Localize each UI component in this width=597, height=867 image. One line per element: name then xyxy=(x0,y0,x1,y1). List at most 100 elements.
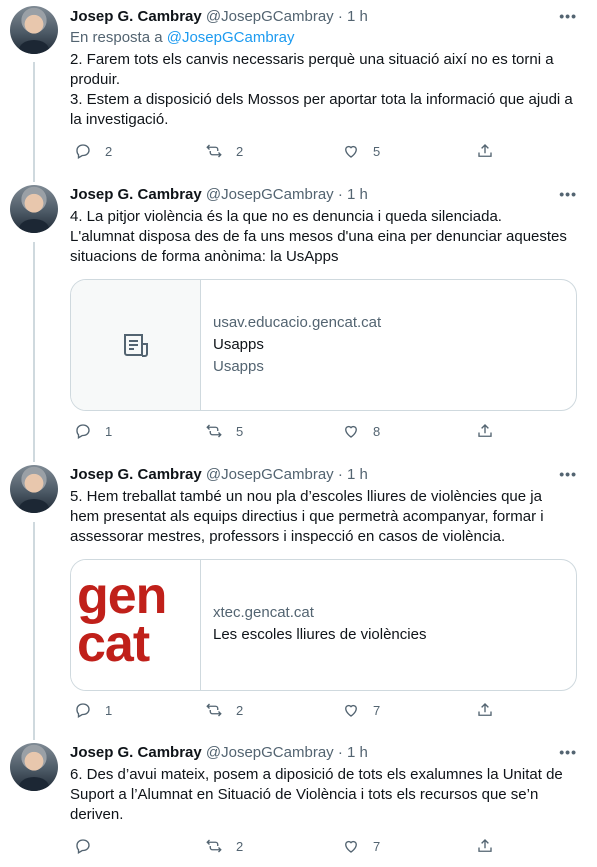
share-button[interactable] xyxy=(476,142,507,160)
retweet-icon xyxy=(206,424,222,438)
link-card[interactable]: gen cat xtec.gencat.cat Les escoles lliu… xyxy=(70,559,577,691)
tweet[interactable]: Josep G. Cambray @JosepGCambray · 1 h ••… xyxy=(0,743,597,867)
reply-handle-link[interactable]: @JosepGCambray xyxy=(167,29,295,46)
share-icon xyxy=(478,424,492,437)
timestamp[interactable]: 1 h xyxy=(347,8,368,25)
tweet-header: Josep G. Cambray @JosepGCambray · 1 h xyxy=(70,466,368,483)
more-options-icon[interactable]: ••• xyxy=(559,744,577,760)
retweet-count: 2 xyxy=(236,143,244,159)
tweet-actions: 2 2 5 xyxy=(70,142,500,162)
article-icon xyxy=(124,334,148,357)
card-thumbnail: gen cat xyxy=(71,560,201,690)
heart-icon xyxy=(345,145,357,158)
like-count: 7 xyxy=(373,838,381,854)
logo-line: cat xyxy=(77,615,150,673)
like-button[interactable]: 7 xyxy=(342,701,380,719)
tweet-text-line: 2. Farem tots els canvis necessaris perq… xyxy=(70,51,554,88)
tweet-text: 4. La pitjor violència és la que no es d… xyxy=(70,207,575,267)
retweet-button[interactable]: 2 xyxy=(205,837,243,855)
retweet-count: 2 xyxy=(236,838,244,854)
reply-icon xyxy=(76,144,90,159)
tweet-text-line: L'alumnat disposa des de fa uns mesos d'… xyxy=(70,228,567,265)
reply-button[interactable] xyxy=(74,837,105,855)
author-handle[interactable]: @JosepGCambray xyxy=(206,8,334,25)
card-body: xtec.gencat.cat Les escoles lliures de v… xyxy=(213,602,426,646)
tweet-actions: 2 7 xyxy=(70,837,500,857)
reply-button[interactable]: 1 xyxy=(74,422,112,440)
reply-prefix: En resposta a xyxy=(70,29,163,46)
like-button[interactable]: 7 xyxy=(342,837,380,855)
retweet-button[interactable]: 2 xyxy=(205,701,243,719)
author-name[interactable]: Josep G. Cambray xyxy=(70,466,202,483)
retweet-count: 5 xyxy=(236,423,244,439)
card-title: Usapps xyxy=(213,336,264,353)
timestamp[interactable]: 1 h xyxy=(347,186,368,203)
heart-icon xyxy=(345,425,357,438)
tweet-header: Josep G. Cambray @JosepGCambray · 1 h xyxy=(70,186,368,203)
like-button[interactable]: 5 xyxy=(342,142,380,160)
retweet-icon xyxy=(206,703,222,717)
heart-icon xyxy=(345,704,357,717)
separator-dot: · xyxy=(337,186,343,203)
avatar[interactable] xyxy=(10,185,58,233)
heart-icon xyxy=(345,840,357,853)
author-name[interactable]: Josep G. Cambray xyxy=(70,8,202,25)
tweet-text: 2. Farem tots els canvis necessaris perq… xyxy=(70,50,575,130)
share-button[interactable] xyxy=(476,837,507,855)
card-thumbnail xyxy=(71,280,201,410)
retweet-count: 2 xyxy=(236,702,244,718)
more-options-icon[interactable]: ••• xyxy=(559,8,577,24)
like-count: 5 xyxy=(373,143,381,159)
like-button[interactable]: 8 xyxy=(342,422,380,440)
card-description: Usapps xyxy=(213,358,264,375)
tweet[interactable]: Josep G. Cambray @JosepGCambray · 1 h ••… xyxy=(0,6,597,176)
reply-count: 2 xyxy=(105,143,113,159)
more-options-icon[interactable]: ••• xyxy=(559,466,577,482)
author-handle[interactable]: @JosepGCambray xyxy=(206,744,334,761)
reply-icon xyxy=(76,424,90,439)
avatar[interactable] xyxy=(10,465,58,513)
retweet-button[interactable]: 5 xyxy=(205,422,243,440)
author-handle[interactable]: @JosepGCambray xyxy=(206,466,334,483)
author-handle[interactable]: @JosepGCambray xyxy=(206,186,334,203)
author-name[interactable]: Josep G. Cambray xyxy=(70,186,202,203)
card-body: usav.educacio.gencat.cat Usapps Usapps xyxy=(213,312,381,378)
tweet-actions: 1 5 8 xyxy=(70,422,500,442)
tweet-text-line: 3. Estem a disposició dels Mossos per ap… xyxy=(70,91,573,128)
like-count: 7 xyxy=(373,702,381,718)
reply-icon xyxy=(76,703,90,718)
tweet[interactable]: Josep G. Cambray @JosepGCambray · 1 h ••… xyxy=(0,185,597,455)
card-domain: usav.educacio.gencat.cat xyxy=(213,314,382,331)
avatar[interactable] xyxy=(10,6,58,54)
gencat-logo: gen cat xyxy=(77,567,167,673)
tweet-header: Josep G. Cambray @JosepGCambray · 1 h xyxy=(70,8,368,25)
tweet-text-line: 4. La pitjor violència és la que no es d… xyxy=(70,208,502,225)
retweet-icon xyxy=(206,144,222,158)
reply-icon xyxy=(76,839,90,854)
more-options-icon[interactable]: ••• xyxy=(559,186,577,202)
share-button[interactable] xyxy=(476,701,507,719)
share-icon xyxy=(478,703,492,716)
avatar[interactable] xyxy=(10,743,58,791)
reply-button[interactable]: 2 xyxy=(74,142,112,160)
logo-line: gen xyxy=(77,567,167,625)
share-icon xyxy=(478,839,492,852)
author-name[interactable]: Josep G. Cambray xyxy=(70,744,202,761)
share-icon xyxy=(478,144,492,157)
separator-dot: · xyxy=(337,466,343,483)
tweet-header: Josep G. Cambray @JosepGCambray · 1 h xyxy=(70,744,368,761)
retweet-icon xyxy=(206,839,222,853)
retweet-button[interactable]: 2 xyxy=(205,142,243,160)
card-title: Les escoles lliures de violències xyxy=(213,626,427,643)
like-count: 8 xyxy=(373,423,381,439)
card-domain: xtec.gencat.cat xyxy=(213,604,314,621)
tweet-text: 5. Hem treballat també un nou pla d’esco… xyxy=(70,488,544,545)
tweet[interactable]: Josep G. Cambray @JosepGCambray · 1 h ••… xyxy=(0,465,597,735)
timestamp[interactable]: 1 h xyxy=(347,466,368,483)
tweet-text: 6. Des d’avui mateix, posem a diposició … xyxy=(70,766,563,823)
share-button[interactable] xyxy=(476,422,507,440)
reply-context: En resposta a @JosepGCambray xyxy=(70,29,295,46)
timestamp[interactable]: 1 h xyxy=(347,744,368,761)
link-card[interactable]: usav.educacio.gencat.cat Usapps Usapps xyxy=(70,279,577,411)
reply-button[interactable]: 1 xyxy=(74,701,112,719)
